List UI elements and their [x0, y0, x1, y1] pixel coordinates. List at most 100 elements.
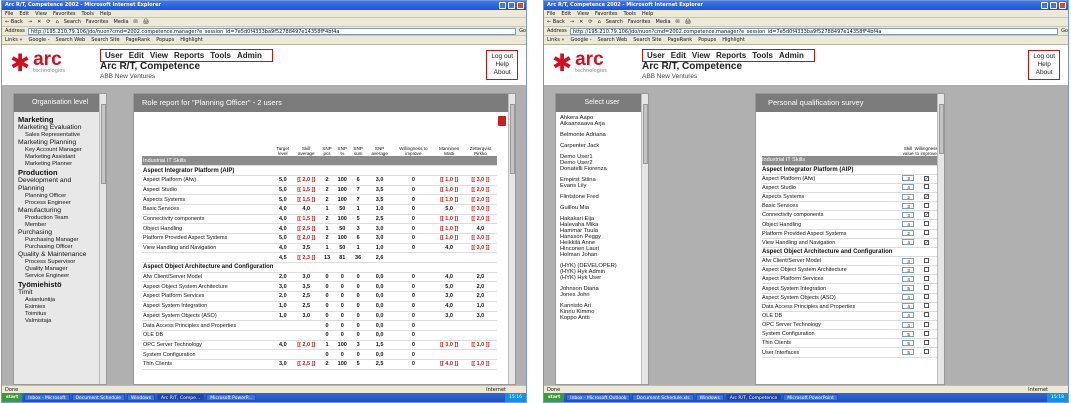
menu-help[interactable]: Help: [642, 11, 653, 17]
menu-view[interactable]: View: [577, 11, 589, 17]
taskbar-item[interactable]: Windows: [126, 394, 156, 401]
willingness-checkbox[interactable]: [923, 257, 929, 263]
links-popups[interactable]: Popups: [156, 37, 174, 43]
links-pagerank[interactable]: PageRank: [126, 37, 151, 43]
stop-button[interactable]: ✕: [579, 19, 583, 25]
sidebar-group[interactable]: Quality & Maintenance: [18, 251, 102, 259]
willingness-checkbox[interactable]: [923, 303, 929, 309]
willingness-checkbox[interactable]: ✓: [923, 212, 929, 218]
skill-value-input[interactable]: 2: [902, 193, 915, 200]
user-item[interactable]: Holman Johan: [560, 252, 644, 258]
user-item[interactable]: Belmonte Adriana: [560, 132, 644, 138]
minimize-button[interactable]: [499, 2, 506, 9]
sidebar-item-role[interactable]: Marketing Planner: [18, 161, 102, 168]
menu-file[interactable]: File: [5, 11, 13, 17]
willingness-checkbox[interactable]: [923, 312, 929, 318]
user-item[interactable]: (HYK) Hyk User: [560, 275, 644, 281]
app-menu-admin[interactable]: Admin: [779, 51, 804, 60]
go-button[interactable]: Go: [519, 27, 526, 36]
app-menu-user[interactable]: User: [647, 51, 665, 60]
address-input[interactable]: http://195.210.79.106/jdo/nuon?cmd=2002.…: [27, 27, 517, 35]
app-menu-edit[interactable]: Edit: [671, 51, 686, 60]
menu-view[interactable]: View: [35, 11, 47, 17]
willingness-checkbox[interactable]: [923, 294, 929, 300]
links-search-web[interactable]: Search Web: [56, 37, 86, 43]
report-scrollbar[interactable]: [508, 94, 515, 384]
menu-edit[interactable]: Edit: [19, 11, 29, 17]
willingness-checkbox[interactable]: [923, 202, 929, 208]
willingness-checkbox[interactable]: [923, 266, 929, 272]
sidebar-item-role[interactable]: Marketing Assistant: [18, 154, 102, 161]
back-button[interactable]: ← Back: [5, 19, 23, 25]
skill-value-input[interactable]: 5: [902, 339, 915, 346]
media-button[interactable]: Media: [656, 19, 671, 25]
willingness-checkbox[interactable]: [923, 221, 929, 227]
sidebar-group[interactable]: Planning: [18, 185, 102, 193]
links-highlight[interactable]: Highlight: [180, 37, 203, 43]
willingness-checkbox[interactable]: ✓: [923, 194, 929, 200]
address-input[interactable]: http://195.210.79.106/jdo/nuon?cmd=2002.…: [569, 27, 1059, 35]
print-icon[interactable]: 🖨: [685, 19, 691, 25]
sidebar-group[interactable]: Manufacturing: [18, 207, 102, 215]
sidebar-group[interactable]: Marketing Evaluation: [18, 124, 102, 132]
links-highlight[interactable]: Highlight: [722, 37, 745, 43]
menu-tools[interactable]: Tools: [82, 11, 94, 17]
taskbar-item[interactable]: Microsoft PowerP...: [206, 394, 257, 401]
skill-value-input[interactable]: 3: [902, 175, 915, 182]
menu-favorites[interactable]: Favorites: [53, 11, 76, 17]
start-button[interactable]: start: [544, 393, 565, 402]
close-button[interactable]: [517, 2, 524, 9]
user-item[interactable]: Aikaansaava Arja: [560, 121, 644, 127]
stop-button[interactable]: ✕: [37, 19, 41, 25]
willingness-checkbox[interactable]: [923, 275, 929, 281]
skill-value-input[interactable]: 4: [902, 275, 915, 282]
menu-edit[interactable]: Edit: [561, 11, 571, 17]
willingness-checkbox[interactable]: [923, 184, 929, 190]
forward-button[interactable]: →: [28, 19, 32, 25]
skill-value-input[interactable]: 4: [902, 312, 915, 319]
sidebar-item-role[interactable]: Purchasing Manager: [18, 237, 102, 244]
survey-scrollbar[interactable]: [937, 94, 944, 384]
skill-value-input[interactable]: 5: [902, 330, 915, 337]
about-link[interactable]: About: [491, 69, 513, 77]
willingness-checkbox[interactable]: [923, 230, 929, 236]
willingness-checkbox[interactable]: ✓: [923, 239, 929, 245]
taskbar-item-active[interactable]: Arc R/T, Competence: [725, 394, 782, 401]
sidebar-item-role[interactable]: Service Engineer: [18, 273, 102, 280]
willingness-checkbox[interactable]: [923, 321, 929, 327]
sidebar-item-role[interactable]: Process Supervisor: [18, 259, 102, 266]
skill-value-input[interactable]: 3: [902, 266, 915, 273]
taskbar-item[interactable]: Document Schedule: [71, 394, 125, 401]
skill-value-input[interactable]: 4: [902, 221, 915, 228]
sidebar-item-role[interactable]: Sales Representative: [18, 132, 102, 139]
home-button[interactable]: ⌂: [598, 19, 601, 25]
sidebar-item-role[interactable]: Asiantuntija: [18, 297, 102, 304]
skill-value-input[interactable]: 4: [902, 184, 915, 191]
close-button[interactable]: [1059, 2, 1066, 9]
sidebar-item-role[interactable]: Toimitus: [18, 311, 102, 318]
refresh-button[interactable]: ⟳: [588, 19, 592, 25]
taskbar-item[interactable]: Document Schedule.xls: [632, 394, 694, 401]
app-menu-edit[interactable]: Edit: [129, 51, 144, 60]
sidebar-scrollbar[interactable]: [641, 94, 648, 384]
taskbar-item-active[interactable]: Arc R/T, Compe...: [157, 394, 205, 401]
sidebar-item-role[interactable]: Purchasing Officer: [18, 244, 102, 251]
user-item[interactable]: Koppo Antti: [560, 315, 644, 321]
user-item[interactable]: Flintstone Fred: [560, 194, 644, 200]
app-menu-view[interactable]: View: [150, 51, 168, 60]
app-menu-tools[interactable]: Tools: [210, 51, 231, 60]
taskbar-item[interactable]: Inbox - Microsoft Outlook: [566, 394, 631, 401]
favorites-button[interactable]: Favorites: [628, 19, 651, 25]
menu-favorites[interactable]: Favorites: [595, 11, 618, 17]
logout-link[interactable]: Log out: [491, 53, 513, 61]
skill-value-input[interactable]: 4: [902, 303, 915, 310]
links-google[interactable]: Google -: [29, 37, 50, 43]
sidebar-item-role[interactable]: Production Team: [18, 215, 102, 222]
search-button[interactable]: Search: [64, 19, 81, 25]
links-popups[interactable]: Popups: [698, 37, 716, 43]
logout-link[interactable]: Log out: [1033, 53, 1055, 61]
mail-icon[interactable]: ✉: [676, 19, 680, 25]
user-item[interactable]: Jones John: [560, 292, 644, 298]
sidebar-item-role[interactable]: Key Account Manager: [18, 147, 102, 154]
sidebar-item-role[interactable]: Valmistaja: [18, 318, 102, 325]
